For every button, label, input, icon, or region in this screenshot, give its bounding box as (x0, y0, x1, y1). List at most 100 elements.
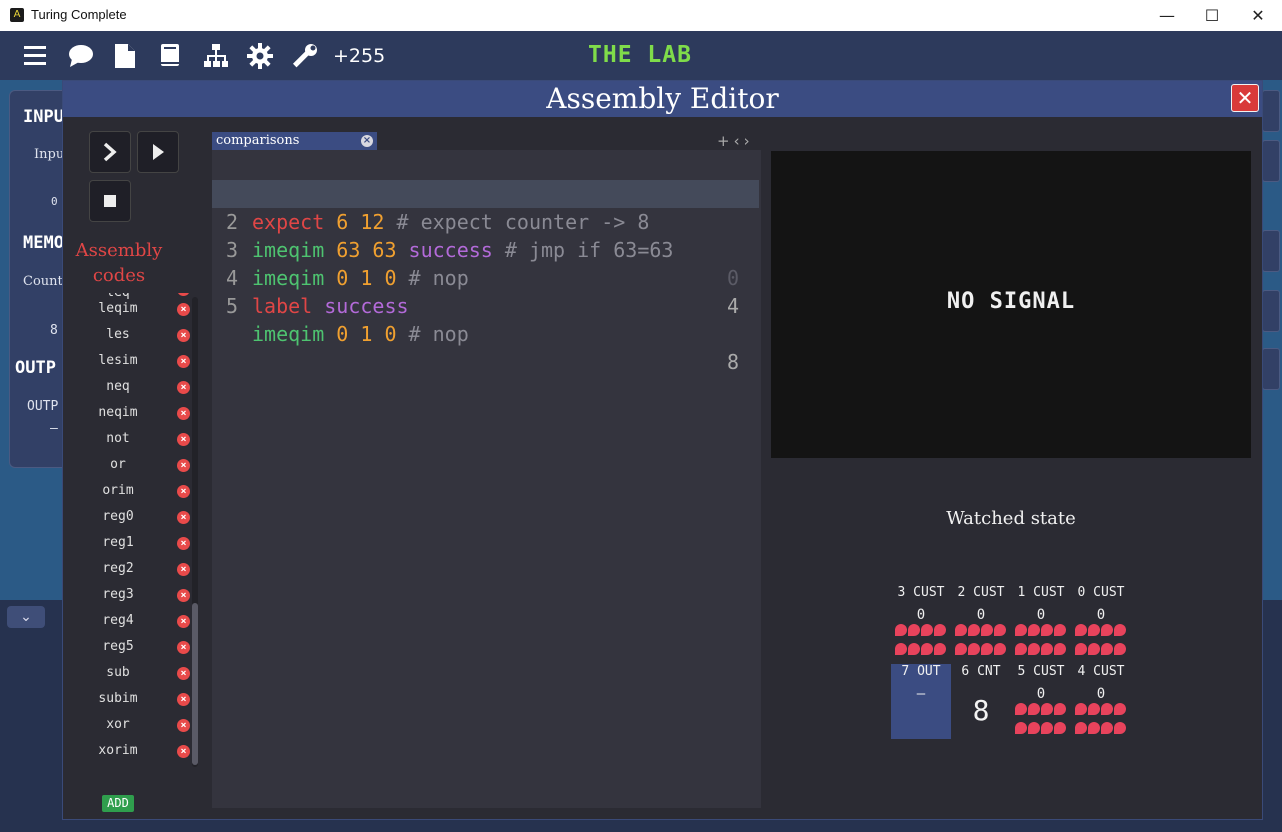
code-editor[interactable]: 1 expect 6 12 # expect counter -> 8 2 im… (212, 150, 761, 808)
delete-icon[interactable]: × (177, 293, 190, 296)
register-value: 0 (1096, 607, 1106, 623)
delete-icon[interactable]: × (177, 355, 190, 368)
code-token: 0 1 0 (324, 322, 397, 346)
wrench-icon[interactable] (292, 43, 318, 69)
register-4-cust: 4 CUST 0 (1071, 664, 1131, 738)
list-item[interactable]: neq × (83, 375, 195, 401)
list-item[interactable]: subim × (83, 687, 195, 713)
counter-value: 8 (50, 323, 58, 338)
code-name: reg5 (102, 639, 134, 654)
watched-state-title: Watched state (946, 508, 1076, 529)
hierarchy-icon[interactable] (203, 43, 229, 69)
code-line[interactable]: 5 imeqim 0 1 0 # nop 8 (212, 264, 759, 374)
delete-icon[interactable]: × (177, 303, 190, 316)
line-result: 4 (726, 294, 739, 318)
list-item[interactable]: orim × (83, 479, 195, 505)
list-item[interactable]: leqim × (83, 297, 195, 323)
register-value: 0 (1036, 686, 1046, 702)
tab-comparisons[interactable]: comparisons × (212, 132, 377, 150)
app-icon: A (10, 8, 24, 22)
delete-icon[interactable]: × (177, 407, 190, 420)
delete-icon[interactable]: × (177, 615, 190, 628)
register-name: 4 CUST (1077, 664, 1125, 679)
register-name: 3 CUST (897, 585, 945, 600)
list-item[interactable]: neqim × (83, 401, 195, 427)
menu-icon[interactable] (23, 43, 49, 69)
code-name: subim (98, 691, 138, 706)
delete-icon[interactable]: × (177, 745, 190, 758)
tab-toolbar[interactable]: +‹› (717, 132, 754, 150)
list-item[interactable]: reg4 × (83, 609, 195, 635)
code-comment: # nop (396, 322, 469, 346)
list-item[interactable]: reg1 × (83, 531, 195, 557)
register-0-cust: 0 CUST 0 (1071, 585, 1131, 659)
chat-icon[interactable] (68, 43, 94, 69)
code-list-scroll-thumb[interactable] (192, 603, 198, 765)
list-item[interactable]: not × (83, 427, 195, 453)
document-icon[interactable] (112, 43, 138, 69)
delete-icon[interactable]: × (177, 537, 190, 550)
list-item[interactable]: reg5 × (83, 635, 195, 661)
right-edge-panel (1262, 230, 1280, 272)
chevron-down-icon[interactable]: ⌄ (7, 606, 45, 628)
maximize-button[interactable]: ☐ (1189, 0, 1235, 31)
code-name: reg1 (102, 535, 134, 550)
manual-book-icon[interactable] (158, 43, 184, 69)
list-item[interactable]: sub × (83, 661, 195, 687)
delete-icon[interactable]: × (177, 459, 190, 472)
assembly-codes-heading: Assembly codes (75, 240, 163, 286)
register-bits (1075, 624, 1129, 662)
delete-icon[interactable]: × (177, 589, 190, 602)
delete-icon[interactable]: × (177, 563, 190, 576)
coin-counter: +255 (333, 45, 386, 67)
register-6-cnt: 6 CNT 8 (951, 664, 1011, 738)
list-item[interactable]: les × (83, 323, 195, 349)
code-line[interactable]: 4 label success (212, 236, 759, 318)
close-modal-button[interactable]: ✕ (1231, 84, 1259, 112)
line-result: 8 (726, 350, 739, 374)
list-item[interactable]: reg2 × (83, 557, 195, 583)
stop-button[interactable] (89, 180, 131, 222)
delete-icon[interactable]: × (177, 381, 190, 394)
code-line[interactable]: 3 imeqim 0 1 0 # nop 4 (212, 208, 759, 318)
delete-icon[interactable]: × (177, 485, 190, 498)
code-line-highlighted[interactable]: 2 imeqim 63 63 success # jmp if 63=63 0 (212, 180, 759, 290)
assembly-code-list: leq × leqim× les× lesim× neq× neqim× not… (83, 293, 195, 767)
minimize-button[interactable]: — (1144, 0, 1190, 31)
step-button[interactable] (89, 131, 131, 173)
delete-icon[interactable]: × (177, 719, 190, 732)
register-1-cust: 1 CUST 0 (1011, 585, 1071, 659)
code-line[interactable]: 1 expect 6 12 # expect counter -> 8 (212, 152, 759, 234)
list-item[interactable]: xor × (83, 713, 195, 739)
right-edge-panel (1262, 290, 1280, 332)
list-item[interactable]: or × (83, 453, 195, 479)
delete-icon[interactable]: × (177, 433, 190, 446)
line-number: 5 (226, 294, 239, 318)
register-bits (1075, 703, 1129, 741)
delete-icon[interactable]: × (177, 641, 190, 654)
lab-title: THE LAB (588, 42, 692, 68)
register-name: 0 CUST (1077, 585, 1125, 600)
register-bits (1015, 703, 1069, 741)
output-label: OUTP (15, 358, 56, 378)
tab-close-icon[interactable]: × (361, 135, 373, 147)
delete-icon[interactable]: × (177, 667, 190, 680)
register-2-cust: 2 CUST 0 (951, 585, 1011, 659)
play-button[interactable] (137, 131, 179, 173)
list-item[interactable]: reg0 × (83, 505, 195, 531)
play-icon (153, 144, 164, 160)
register-value: – (916, 686, 926, 702)
right-edge-panel (1262, 348, 1280, 390)
delete-icon[interactable]: × (177, 511, 190, 524)
list-item[interactable]: lesim × (83, 349, 195, 375)
register-name: 5 CUST (1017, 664, 1065, 679)
delete-icon[interactable]: × (177, 693, 190, 706)
list-item[interactable]: xorim × (83, 739, 195, 765)
close-window-button[interactable]: ✕ (1235, 0, 1281, 31)
list-item[interactable]: reg3 × (83, 583, 195, 609)
code-name: lesim (98, 353, 138, 368)
counter-label: Count (23, 274, 63, 289)
add-code-button[interactable]: ADD (102, 795, 134, 812)
delete-icon[interactable]: × (177, 329, 190, 342)
settings-gear-icon[interactable] (247, 43, 273, 69)
